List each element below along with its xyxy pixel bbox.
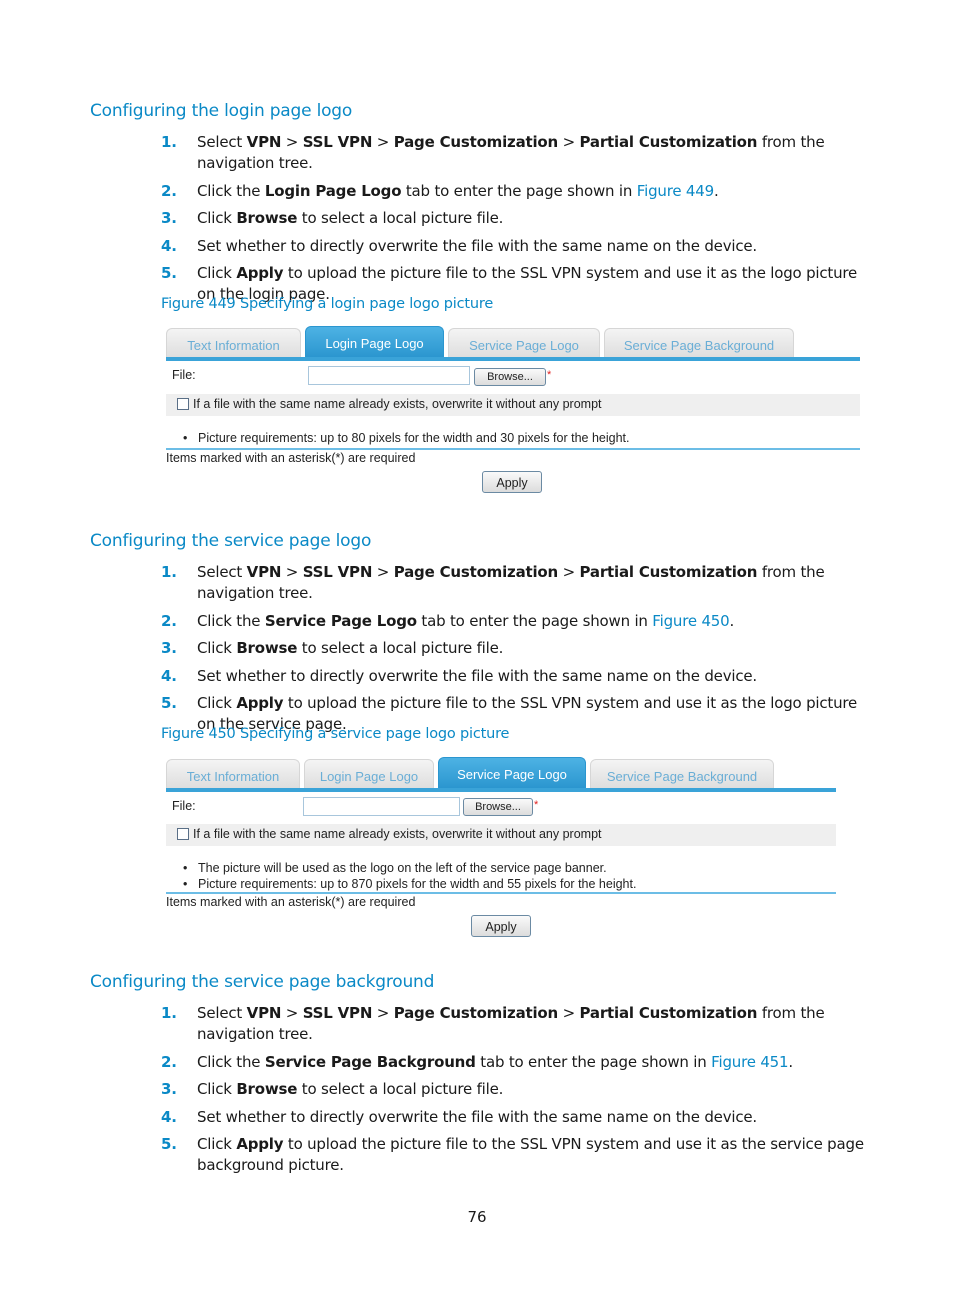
figure-451-link[interactable]: Figure 451 — [711, 1053, 788, 1071]
section-heading-service-background: Configuring the service page background — [90, 972, 435, 992]
browse-button[interactable]: Browse... — [463, 798, 533, 816]
apply-button[interactable]: Apply — [482, 471, 542, 493]
steps-service-background: 1. Select VPN > SSL VPN > Page Customizat… — [161, 1003, 871, 1183]
steps-service-logo: 1. Select VPN > SSL VPN > Page Customizat… — [161, 562, 871, 742]
steps-login-logo: 1. Select VPN > SSL VPN > Page Customizat… — [161, 132, 871, 312]
divider — [166, 892, 836, 894]
step: 4. Set whether to directly overwrite the … — [161, 666, 757, 685]
figure-450-screenshot: Text Information Login Page Logo Service… — [166, 757, 836, 939]
step: 3. Click Browse to select a local picture… — [161, 639, 504, 657]
step: 5. Click Apply to upload the picture file… — [161, 1135, 864, 1174]
step: 1. Select VPN > SSL VPN > Page Customizat… — [161, 563, 825, 602]
step: 3. Click Browse to select a local picture… — [161, 1080, 504, 1098]
required-note: Items marked with an asterisk(*) are req… — [166, 895, 416, 909]
apply-button[interactable]: Apply — [471, 915, 531, 937]
note-bullet: The picture will be used as the logo on … — [183, 861, 607, 875]
step: 1. Select VPN > SSL VPN > Page Customizat… — [161, 133, 825, 172]
file-input[interactable] — [308, 366, 470, 385]
note-bullet: Picture requirements: up to 80 pixels fo… — [183, 431, 629, 445]
note-bullet: Picture requirements: up to 870 pixels f… — [183, 877, 636, 891]
tab-service-page-background[interactable]: Service Page Background — [590, 759, 774, 788]
tab-bar: Text Information Login Page Logo Service… — [166, 326, 860, 361]
tab-text-information[interactable]: Text Information — [166, 759, 300, 788]
tab-login-page-logo[interactable]: Login Page Logo — [305, 326, 444, 357]
page-number: 76 — [467, 1208, 487, 1226]
overwrite-checkbox[interactable] — [177, 398, 189, 410]
file-input[interactable] — [303, 797, 460, 816]
step: 1. Select VPN > SSL VPN > Page Customizat… — [161, 1004, 825, 1043]
tab-bar: Text Information Login Page Logo Service… — [166, 757, 836, 792]
tab-underline — [166, 788, 836, 792]
section-heading-service-logo: Configuring the service page logo — [90, 531, 372, 551]
tab-login-page-logo[interactable]: Login Page Logo — [304, 759, 434, 788]
file-label: File: — [172, 368, 196, 382]
step: 4. Set whether to directly overwrite the … — [161, 236, 757, 255]
required-asterisk: * — [547, 369, 552, 381]
step: 4. Set whether to directly overwrite the … — [161, 1107, 757, 1126]
file-label: File: — [172, 799, 196, 813]
figure-caption-450: Figure 450 Specifying a service page log… — [161, 726, 510, 742]
overwrite-label: If a file with the same name already exi… — [193, 397, 602, 411]
overwrite-row: If a file with the same name already exi… — [166, 394, 860, 416]
tab-underline — [166, 357, 860, 361]
required-asterisk: * — [534, 799, 539, 811]
tab-service-page-logo[interactable]: Service Page Logo — [448, 328, 600, 357]
step: 2. Click the Service Page Logo tab to ent… — [161, 611, 735, 630]
tab-service-page-logo[interactable]: Service Page Logo — [438, 757, 586, 788]
overwrite-label: If a file with the same name already exi… — [193, 827, 602, 841]
required-note: Items marked with an asterisk(*) are req… — [166, 451, 416, 465]
figure-449-screenshot: Text Information Login Page Logo Service… — [166, 326, 860, 498]
tab-service-page-background[interactable]: Service Page Background — [604, 328, 794, 357]
step: 2. Click the Login Page Logo tab to enter… — [161, 181, 719, 200]
figure-450-link[interactable]: Figure 450 — [652, 612, 729, 630]
divider — [166, 448, 860, 450]
overwrite-checkbox[interactable] — [177, 828, 189, 840]
step: 3. Click Browse to select a local picture… — [161, 209, 504, 227]
tab-text-information[interactable]: Text Information — [166, 328, 301, 357]
figure-449-link[interactable]: Figure 449 — [637, 182, 714, 200]
step: 2. Click the Service Page Background tab … — [161, 1052, 793, 1071]
overwrite-row: If a file with the same name already exi… — [166, 824, 836, 846]
section-heading-login-logo: Configuring the login page logo — [90, 101, 353, 121]
figure-caption-449: Figure 449 Specifying a login page logo … — [161, 296, 494, 312]
browse-button[interactable]: Browse... — [474, 368, 546, 386]
